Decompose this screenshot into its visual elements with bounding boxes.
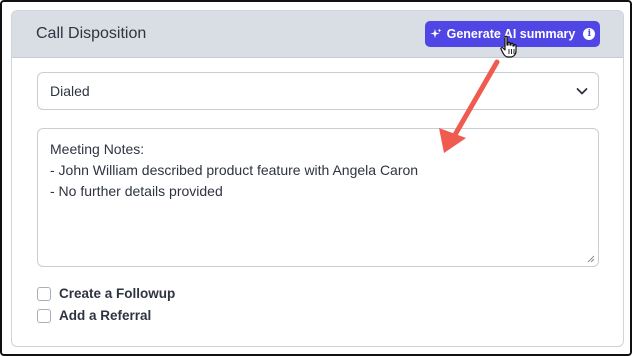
chevron-down-icon	[576, 88, 588, 95]
notes-line: - No further details provided	[50, 183, 223, 199]
add-referral-label: Add a Referral	[59, 308, 152, 323]
disposition-select[interactable]: Dialed	[37, 72, 599, 110]
notes-line: - John William described product feature…	[50, 162, 419, 178]
screenshot-frame: Call Disposition Generate AI summary i D…	[0, 0, 632, 356]
notes-line: Meeting Notes:	[50, 141, 145, 157]
sparkle-icon	[430, 28, 442, 38]
meeting-notes-textarea[interactable]: Meeting Notes: - John William described …	[37, 128, 599, 267]
resize-handle-icon[interactable]	[587, 255, 595, 263]
add-referral-checkbox[interactable]	[37, 308, 51, 323]
disposition-selected-value: Dialed	[50, 83, 90, 99]
create-followup-checkbox[interactable]	[37, 286, 51, 301]
call-disposition-card: Call Disposition Generate AI summary i D…	[11, 10, 624, 347]
card-title: Call Disposition	[36, 25, 147, 42]
card-header: Call Disposition Generate AI summary i	[12, 11, 623, 58]
create-followup-label: Create a Followup	[59, 286, 176, 301]
create-followup-option[interactable]: Create a Followup	[37, 286, 175, 301]
hand-pointer-icon	[500, 35, 517, 58]
add-referral-option[interactable]: Add a Referral	[37, 308, 151, 323]
info-icon[interactable]: i	[583, 28, 596, 40]
